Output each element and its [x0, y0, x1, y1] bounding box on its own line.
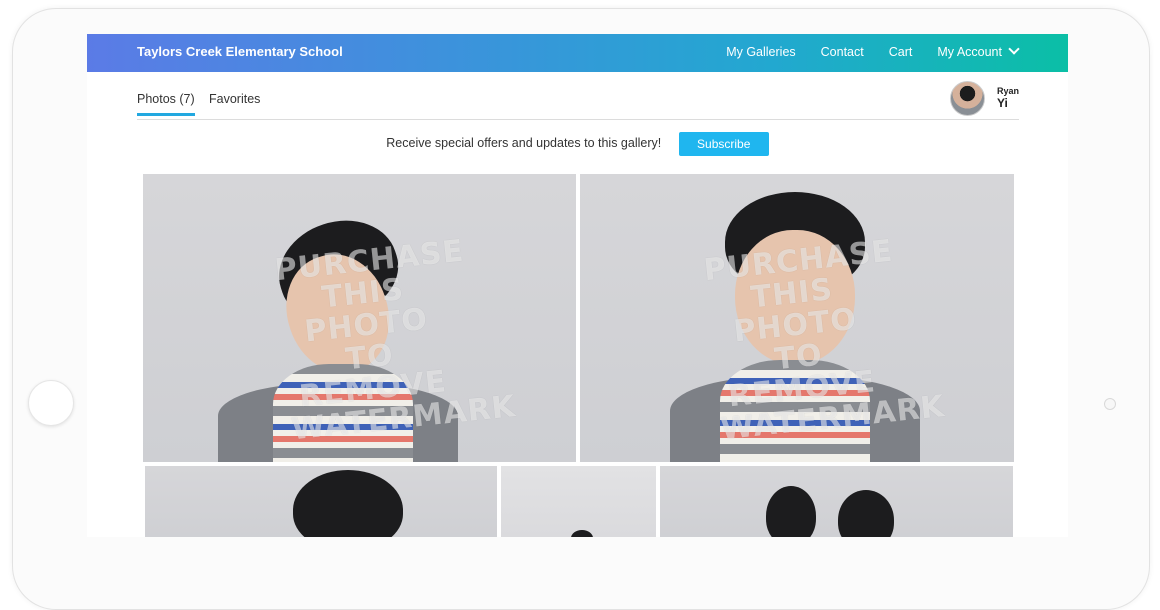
child-portrait [571, 530, 593, 537]
tab-favorites[interactable]: Favorites [209, 92, 260, 106]
main-nav: My Galleries Contact Cart My Account [726, 43, 1020, 59]
nav-cart[interactable]: Cart [889, 45, 913, 59]
school-name[interactable]: Taylors Creek Elementary School [137, 44, 343, 59]
subscribe-banner: Receive special offers and updates to th… [87, 132, 1068, 156]
camera-dot [1104, 398, 1116, 410]
photo-thumbnail[interactable]: PURCHASE THIS PHOTO TO REMOVE WATERMARK [580, 174, 1014, 462]
nav-my-account[interactable]: My Account [937, 43, 1020, 59]
child-portrait [766, 486, 816, 537]
gallery-tabs: Photos (7) Favorites [137, 92, 1019, 120]
avatar [949, 81, 985, 116]
nav-my-galleries[interactable]: My Galleries [726, 45, 795, 59]
subscribe-button[interactable]: Subscribe [678, 132, 769, 156]
photo-watermark: PURCHASE THIS PHOTO TO REMOVE WATERMARK [702, 234, 946, 448]
home-button [28, 380, 74, 426]
nav-contact[interactable]: Contact [821, 45, 864, 59]
photo-thumbnail[interactable] [145, 466, 497, 537]
photo-watermark: PURCHASE THIS PHOTO TO REMOVE WATERMARK [273, 234, 517, 448]
child-portrait [293, 470, 403, 537]
top-navigation-bar: Taylors Creek Elementary School My Galle… [87, 34, 1068, 72]
photo-thumbnail[interactable]: PURCHASE THIS PHOTO TO REMOVE WATERMARK [143, 174, 576, 462]
user-profile[interactable]: Ryan Yi [949, 81, 1019, 116]
gallery-screen: Taylors Creek Elementary School My Galle… [87, 34, 1068, 537]
user-last-name: Yi [996, 95, 1008, 110]
child-portrait [838, 490, 894, 537]
chevron-down-icon [1008, 43, 1020, 55]
photo-thumbnail[interactable] [501, 466, 656, 537]
user-name: Ryan Yi [997, 87, 1019, 109]
photo-thumbnail[interactable] [660, 466, 1013, 537]
nav-my-account-label: My Account [937, 45, 1002, 59]
tab-photos[interactable]: Photos (7) [137, 92, 195, 116]
promo-text: Receive special offers and updates to th… [386, 136, 662, 150]
